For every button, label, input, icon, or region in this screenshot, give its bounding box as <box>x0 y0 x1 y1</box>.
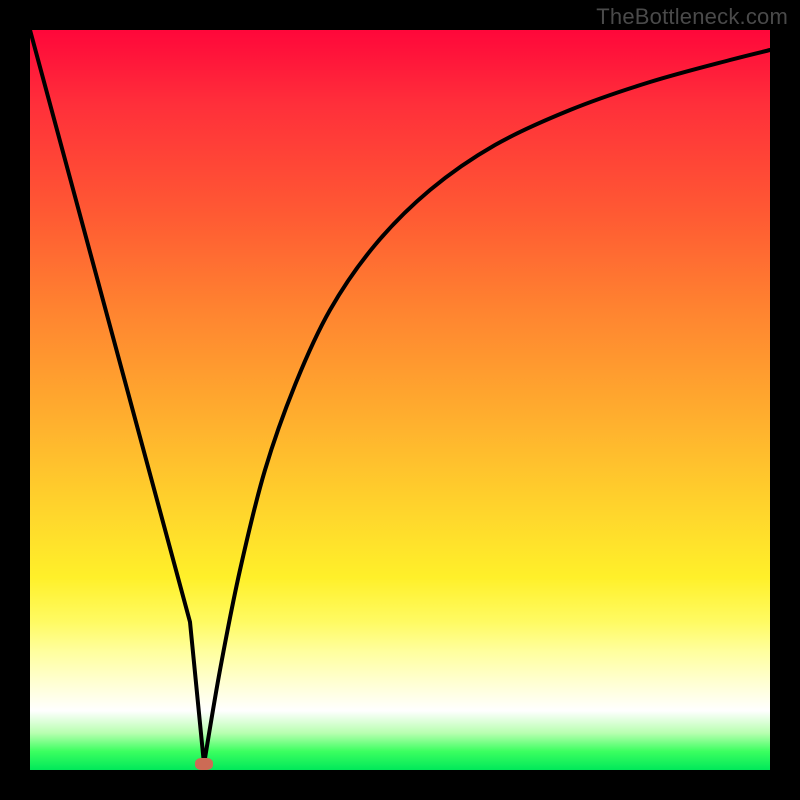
chart-frame <box>30 30 770 770</box>
minimum-marker <box>195 758 213 770</box>
watermark-text: TheBottleneck.com <box>596 4 788 30</box>
bottleneck-curve <box>30 30 770 770</box>
curve-path <box>30 30 770 764</box>
